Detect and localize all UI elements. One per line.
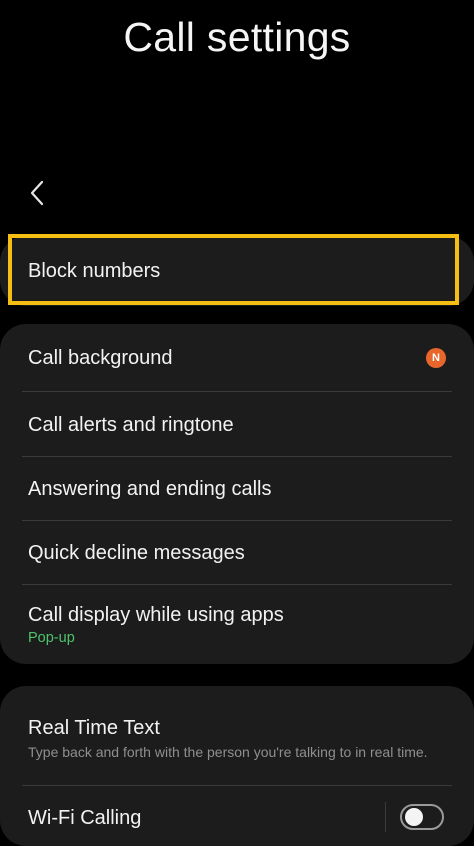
- wifi-calling-toggle[interactable]: [400, 804, 444, 830]
- quick-decline-label: Quick decline messages: [28, 542, 245, 564]
- toggle-divider: [385, 802, 386, 832]
- toggle-knob: [405, 808, 423, 826]
- block-numbers-card: Block numbers: [0, 236, 474, 306]
- rtt-card: Real Time Text Type back and forth with …: [0, 686, 474, 846]
- call-display-item[interactable]: Call display while using apps Pop-up: [0, 585, 474, 664]
- call-settings-card: Call background N Call alerts and ringto…: [0, 324, 474, 664]
- new-badge: N: [426, 348, 446, 368]
- real-time-text-label: Real Time Text: [28, 716, 160, 739]
- call-alerts-label: Call alerts and ringtone: [28, 413, 234, 436]
- quick-decline-item[interactable]: Quick decline messages: [0, 521, 474, 585]
- back-button[interactable]: [20, 176, 54, 214]
- block-numbers-item[interactable]: Block numbers: [0, 236, 474, 306]
- wifi-calling-label: Wi-Fi Calling: [28, 807, 142, 829]
- real-time-text-desc: Type back and forth with the person you'…: [28, 743, 428, 760]
- answering-ending-label: Answering and ending calls: [28, 478, 272, 500]
- call-display-sub: Pop-up: [28, 630, 75, 646]
- page-title: Call settings: [123, 14, 351, 60]
- call-alerts-item[interactable]: Call alerts and ringtone: [0, 392, 474, 457]
- real-time-text-item[interactable]: Real Time Text Type back and forth with …: [0, 686, 474, 786]
- call-background-label: Call background: [28, 347, 173, 369]
- chevron-left-icon: [29, 180, 45, 211]
- call-display-label: Call display while using apps: [28, 604, 284, 626]
- answering-ending-item[interactable]: Answering and ending calls: [0, 457, 474, 521]
- block-numbers-label: Block numbers: [28, 260, 161, 282]
- call-background-item[interactable]: Call background N: [0, 324, 474, 392]
